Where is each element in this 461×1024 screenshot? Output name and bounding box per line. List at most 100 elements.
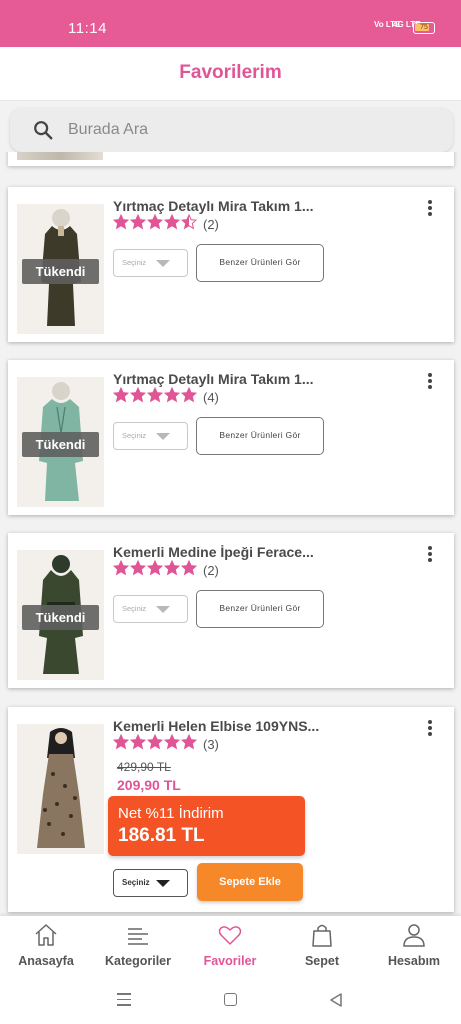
sold-out-badge: Tükendi [22, 259, 99, 284]
product-card[interactable]: Kemerli Helen Elbise 109YNS... (3) 429,9… [8, 707, 454, 912]
star-icon [180, 386, 198, 408]
star-icon [112, 559, 130, 581]
chevron-down-icon [156, 433, 170, 440]
rating-stars: (3) [112, 733, 219, 755]
page-title: Favorilerim [179, 62, 282, 83]
tab-label: Sepet [304, 954, 340, 968]
size-select-label: Seçiniz [122, 604, 147, 613]
battery-percent: 75 [420, 24, 428, 31]
product-name[interactable]: Yırtmaç Detaylı Mira Takım 1... [113, 198, 338, 214]
star-icon [180, 559, 198, 581]
product-image [17, 152, 103, 160]
system-nav-bar [0, 976, 461, 1024]
search-bar[interactable] [10, 108, 453, 152]
rating-stars: (4) [112, 386, 219, 408]
bag-icon [312, 924, 332, 947]
search-icon [34, 121, 53, 140]
product-image[interactable]: Tükendi [17, 377, 104, 507]
add-to-cart-button[interactable]: Sepete Ekle [197, 863, 303, 901]
tab-account[interactable]: Hesabım [368, 916, 460, 976]
favorites-list[interactable]: Tükendi Yırtmaç Detaylı Mira Takım 1... … [0, 152, 461, 916]
similar-products-button[interactable]: Benzer Ürünleri Gör [196, 590, 324, 628]
star-icon [129, 386, 147, 408]
discount-badge: Net %11 İndirim 186.81 TL [108, 796, 305, 856]
size-select[interactable]: Seçiniz [113, 595, 188, 623]
product-image[interactable]: Tükendi [17, 550, 104, 680]
star-icon [129, 213, 147, 235]
chevron-down-icon [156, 260, 170, 267]
rating-stars: (2) [112, 213, 219, 235]
more-options-icon[interactable] [426, 546, 434, 566]
size-select-label: Seçiniz [122, 258, 147, 267]
star-icon [163, 733, 181, 755]
star-icon [112, 386, 130, 408]
star-icon [112, 213, 130, 235]
user-icon [403, 924, 425, 947]
star-icon [146, 559, 164, 581]
tab-favorites[interactable]: Favoriler [184, 916, 276, 976]
tab-categories[interactable]: Kategoriler [92, 916, 184, 976]
home-button[interactable] [224, 993, 237, 1006]
discount-label: Net %11 İndirim [118, 805, 224, 822]
rating-stars: (2) [112, 559, 219, 581]
star-icon [163, 213, 181, 235]
tab-label: Kategoriler [105, 954, 171, 968]
star-icon [112, 733, 130, 755]
star-icon [129, 559, 147, 581]
search-input[interactable] [68, 114, 438, 146]
tab-label: Favoriler [203, 954, 257, 968]
battery-icon: 75 [413, 22, 435, 34]
star-icon [163, 559, 181, 581]
similar-products-button[interactable]: Benzer Ürünleri Gör [196, 417, 324, 455]
chevron-down-icon [156, 880, 170, 887]
product-name[interactable]: Kemerli Medine İpeği Ferace... [113, 544, 338, 560]
app-header: Favorilerim [0, 47, 461, 101]
product-card[interactable]: Tükendi Kemerli Medine İpeği Ferace... (… [8, 533, 454, 688]
size-select[interactable]: Seçiniz [113, 249, 188, 277]
heart-icon [218, 926, 242, 945]
tab-cart[interactable]: Sepet [276, 916, 368, 976]
status-bar: 11:14 Vo LTE 4G LTE 75 [0, 0, 461, 47]
star-icon [146, 386, 164, 408]
product-card[interactable]: Tükendi Yırtmaç Detaylı Mira Takım 1... … [8, 360, 454, 515]
size-select[interactable]: Seçiniz [113, 869, 188, 897]
review-count: (2) [203, 562, 219, 578]
partial-product-card[interactable] [8, 152, 454, 166]
star-icon [146, 733, 164, 755]
star-icon [163, 386, 181, 408]
discount-price: 186.81 TL [118, 825, 205, 846]
categories-icon [128, 928, 148, 945]
review-count: (3) [203, 736, 219, 752]
sold-out-badge: Tükendi [22, 605, 99, 630]
star-icon [180, 733, 198, 755]
chevron-down-icon [156, 606, 170, 613]
old-price: 429,90 TL [117, 760, 171, 774]
product-image[interactable] [17, 724, 104, 854]
star-icon [129, 733, 147, 755]
sold-out-badge: Tükendi [22, 432, 99, 457]
more-options-icon[interactable] [426, 200, 434, 220]
current-price: 209,90 TL [117, 777, 181, 793]
size-select-label: Seçiniz [122, 878, 150, 887]
back-icon[interactable] [329, 993, 343, 1007]
product-name[interactable]: Yırtmaç Detaylı Mira Takım 1... [113, 371, 338, 387]
more-options-icon[interactable] [426, 373, 434, 393]
star-icon [180, 213, 198, 235]
recent-apps-button[interactable] [117, 993, 131, 1010]
home-icon [35, 924, 57, 946]
more-options-icon[interactable] [426, 720, 434, 740]
bottom-tab-bar: Anasayfa Kategoriler Favoriler Sepet Hes… [0, 916, 461, 976]
status-time: 11:14 [68, 20, 107, 37]
size-select-label: Seçiniz [122, 431, 147, 440]
similar-products-button[interactable]: Benzer Ürünleri Gör [196, 244, 324, 282]
tab-label: Hesabım [387, 954, 441, 968]
size-select[interactable]: Seçiniz [113, 422, 188, 450]
product-card[interactable]: Tükendi Yırtmaç Detaylı Mira Takım 1... … [8, 187, 454, 342]
tab-home[interactable]: Anasayfa [0, 916, 92, 976]
product-image[interactable]: Tükendi [17, 204, 104, 334]
review-count: (2) [203, 216, 219, 232]
star-icon [146, 213, 164, 235]
tab-label: Anasayfa [18, 954, 74, 968]
product-name[interactable]: Kemerli Helen Elbise 109YNS... [113, 718, 338, 734]
product-photo [17, 724, 104, 854]
